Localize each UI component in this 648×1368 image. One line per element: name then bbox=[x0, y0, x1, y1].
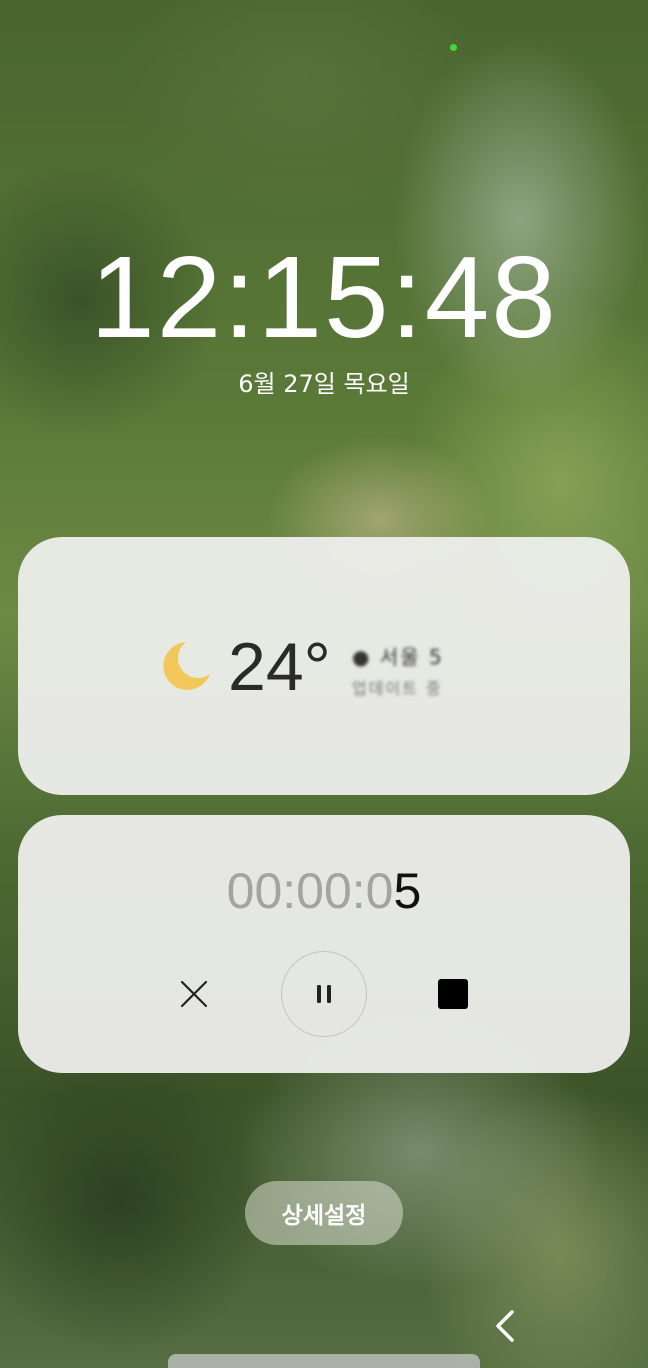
camera-indicator-dot bbox=[450, 44, 457, 51]
settings-button[interactable]: 상세설정 bbox=[245, 1181, 403, 1245]
close-icon bbox=[180, 980, 208, 1008]
weather-update-status: 업데이트 중 bbox=[352, 679, 443, 698]
lockscreen-date: 6월 27일 목요일 bbox=[238, 370, 410, 398]
weather-temperature: 24° bbox=[228, 629, 331, 705]
stopwatch-stop-button[interactable] bbox=[410, 951, 496, 1037]
stopwatch-elapsed-live: 5 bbox=[393, 863, 422, 919]
stop-icon bbox=[438, 979, 468, 1009]
lockscreen-clock: 12:15:48 bbox=[90, 232, 558, 362]
weather-location-name: ● 서울 5 bbox=[352, 645, 444, 669]
pause-icon bbox=[317, 985, 331, 1003]
stopwatch-elapsed: 00:00:05 bbox=[18, 861, 630, 921]
back-icon[interactable] bbox=[486, 1306, 526, 1346]
stopwatch-pause-button[interactable] bbox=[281, 951, 367, 1037]
weather-location: ● 서울 5 업데이트 중 bbox=[352, 641, 482, 701]
weather-widget[interactable]: 24° ● 서울 5 업데이트 중 bbox=[18, 537, 630, 795]
stopwatch-elapsed-dim: 00:00:0 bbox=[226, 863, 394, 919]
stopwatch-close-button[interactable] bbox=[151, 951, 237, 1037]
stopwatch-widget: 00:00:05 bbox=[18, 815, 630, 1073]
navigation-handle[interactable] bbox=[168, 1354, 480, 1368]
moon-icon bbox=[163, 642, 210, 690]
